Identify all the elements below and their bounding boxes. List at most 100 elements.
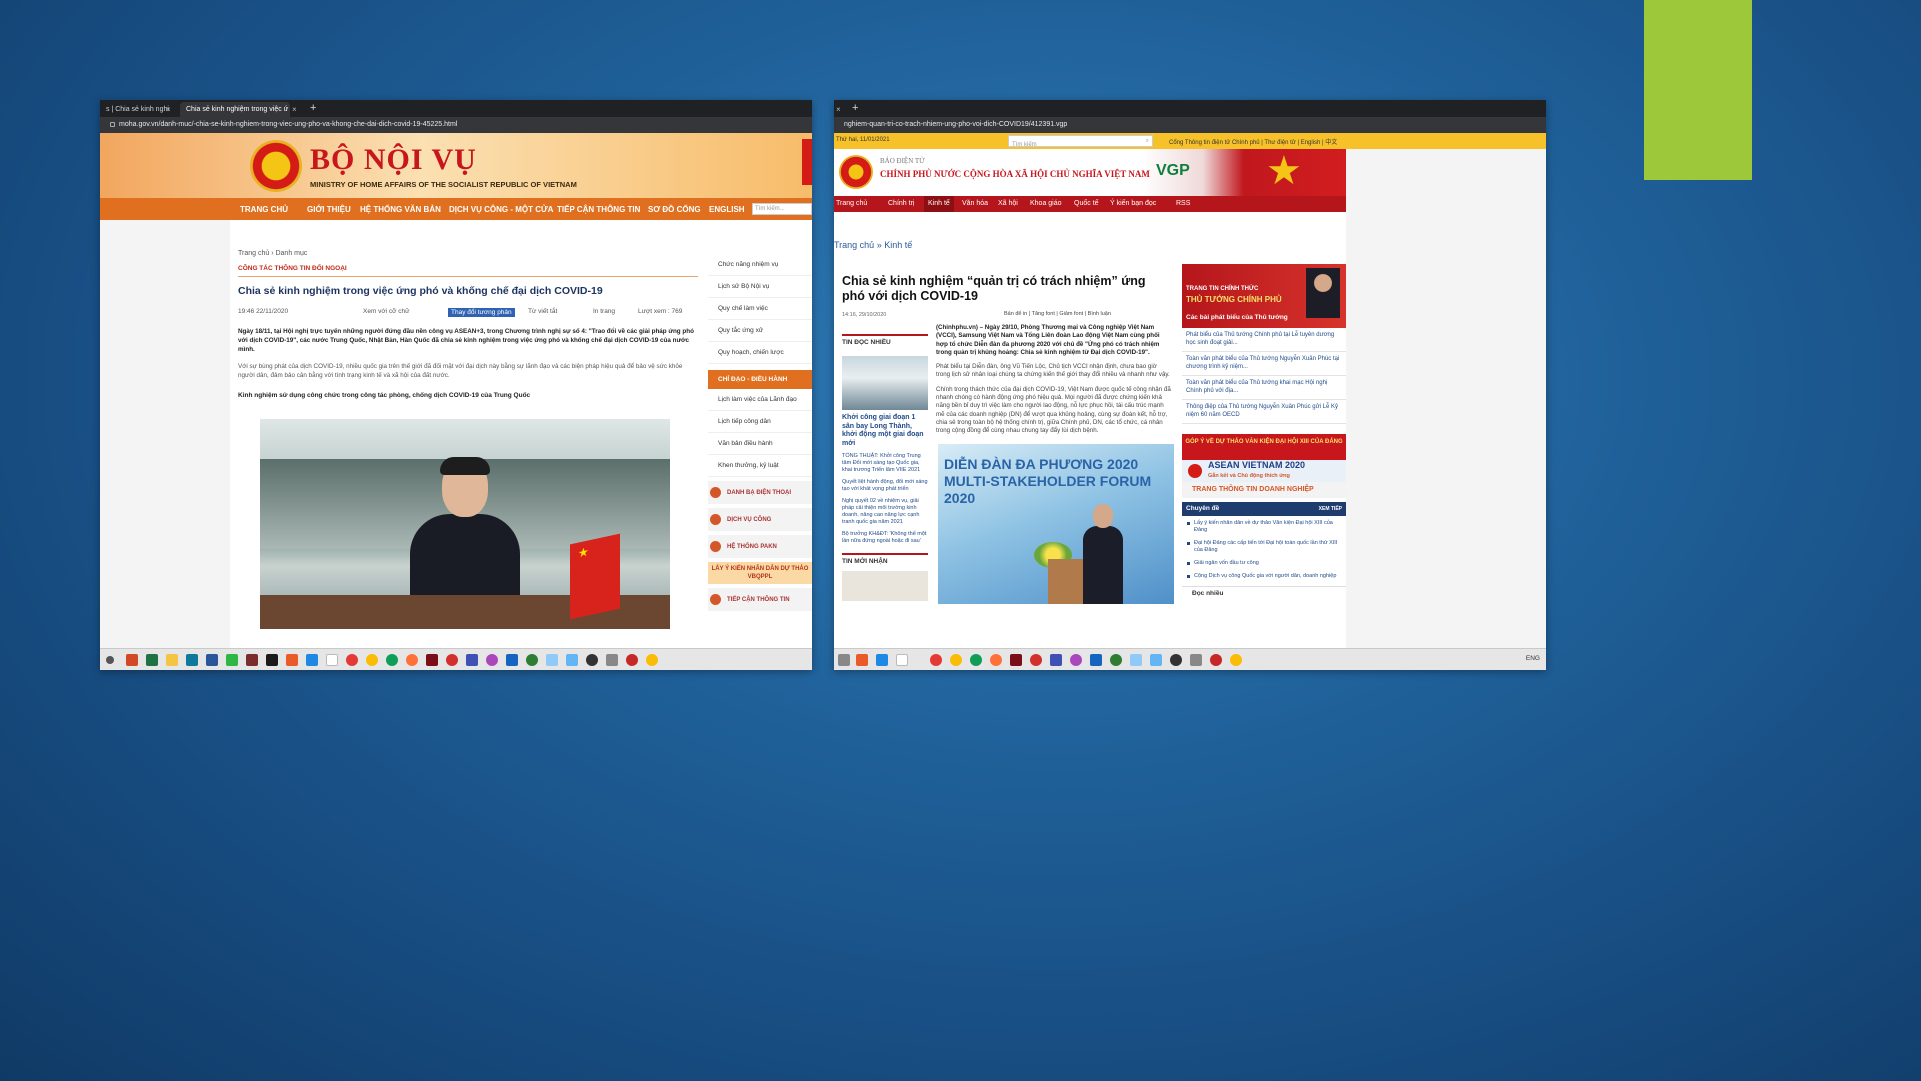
topic-link[interactable]: Giải ngân vốn đầu tư công (1182, 556, 1346, 569)
sidebar-link[interactable]: Khen thưởng, kỷ luật (708, 455, 812, 477)
chrome-icon[interactable] (1210, 654, 1222, 666)
nav-item-home[interactable]: TRANG CHỦ (240, 205, 288, 214)
nav-item-public-service[interactable]: DỊCH VỤ CÔNG - MỘT CỬA (449, 205, 553, 214)
app-icon[interactable] (486, 654, 498, 666)
app-icon[interactable] (1090, 654, 1102, 666)
chrome-icon[interactable] (626, 654, 638, 666)
close-icon[interactable]: × (836, 102, 841, 117)
app-icon[interactable] (1010, 654, 1022, 666)
map-pin-icon[interactable] (446, 654, 458, 666)
nav-item-english[interactable]: ENGLISH (709, 205, 745, 214)
nav-item-culture[interactable]: Văn hóa (962, 200, 988, 207)
nav-item-home[interactable]: Trang chủ (836, 200, 867, 207)
firefox-icon[interactable] (406, 654, 418, 666)
nav-item-documents[interactable]: HỆ THỐNG VĂN BẢN (360, 205, 441, 214)
app-icon[interactable] (526, 654, 538, 666)
app-icon[interactable] (1070, 654, 1082, 666)
abbreviation-button[interactable]: Từ viết tắt (528, 308, 557, 315)
close-icon[interactable]: × (166, 102, 171, 117)
news-link[interactable]: Nghị quyết 02 về nhiệm vụ, giải pháp cải… (842, 498, 928, 526)
public-service-button[interactable]: DỊCH VỤ CÔNG (708, 508, 812, 531)
asean-banner[interactable]: ASEAN VIETNAM 2020 Gắn kết và Chủ động th… (1182, 460, 1346, 482)
app-icon[interactable] (1170, 654, 1182, 666)
article-category[interactable]: CÔNG TÁC THÔNG TIN ĐỐI NGOẠI (238, 265, 698, 277)
sidebar-link[interactable]: Văn bản điều hành (708, 433, 812, 455)
search-icon[interactable] (106, 656, 114, 664)
breadcrumb[interactable]: Trang chủ » Kinh tế (834, 240, 912, 250)
office-icon[interactable] (286, 654, 298, 666)
pakn-button[interactable]: HỆ THỐNG PAKN (708, 535, 812, 558)
close-icon[interactable]: × (292, 102, 297, 117)
business-banner[interactable]: TRANG THÔNG TIN DOANH NGHIỆP (1182, 482, 1346, 498)
nav-item-about[interactable]: GIỚI THIỆU (307, 205, 351, 214)
browser-tab-active[interactable]: Chia sẻ kinh nghiệm trong việc ứ (180, 102, 290, 117)
chrome-icon[interactable] (950, 654, 962, 666)
news-thumbnail[interactable] (842, 571, 928, 601)
search-input[interactable]: Tìm kiếm ⌕ (1008, 135, 1153, 148)
sidebar-link[interactable]: Quy tắc ứng xử (708, 320, 812, 342)
article-tools[interactable]: Bản để in | Tăng font | Giảm font | Bình… (1004, 311, 1111, 317)
app-icon[interactable] (838, 654, 850, 666)
news-link[interactable]: TỔNG THUẬT: Khởi công Trung tâm Đổi mới … (842, 453, 928, 474)
phonebook-button[interactable]: DANH BẠ ĐIỆN THOẠI (708, 481, 812, 504)
app-icon[interactable] (466, 654, 478, 666)
most-read-tab[interactable]: Đọc nhiều (1182, 586, 1346, 597)
excel-icon[interactable] (146, 654, 158, 666)
app-icon[interactable] (606, 654, 618, 666)
news-title[interactable]: Khởi công giai đoạn 1 sân bay Long Thành… (842, 414, 928, 448)
file-icon[interactable] (326, 654, 338, 666)
office-icon[interactable] (856, 654, 868, 666)
news-link[interactable]: Bộ trưởng KH&ĐT: 'Không thể một lần nữa … (842, 531, 928, 545)
topic-link[interactable]: Cộng Dịch vụ công Quốc gia với người dân… (1182, 569, 1346, 582)
address-bar[interactable]: moha.gov.vn/danh-muc/-chia-se-kinh-nghie… (100, 117, 812, 133)
chrome-icon[interactable] (1230, 654, 1242, 666)
congress-banner[interactable]: GÓP Ý VỀ DỰ THẢO VĂN KIỆN ĐẠI HỘI XIII C… (1182, 434, 1346, 460)
opera-icon[interactable] (346, 654, 358, 666)
info-access-button[interactable]: TIẾP CẬN THÔNG TIN (708, 588, 812, 611)
app-icon[interactable] (1130, 654, 1142, 666)
app-icon[interactable] (426, 654, 438, 666)
app-icon[interactable] (246, 654, 258, 666)
folder-icon[interactable] (166, 654, 178, 666)
nav-item-economy[interactable]: Kinh tế (924, 196, 954, 212)
app-icon[interactable] (226, 654, 238, 666)
pm-speech-link[interactable]: Phát biểu của Thủ tướng Chính phủ tại Lễ… (1182, 328, 1346, 352)
nav-item-politics[interactable]: Chính trị (888, 200, 914, 207)
chrome-icon[interactable] (366, 654, 378, 666)
new-tab-icon[interactable]: + (310, 101, 316, 116)
edge-icon[interactable] (386, 654, 398, 666)
address-bar[interactable]: nghiem-quan-tri-co-trach-nhiem-ung-pho-v… (834, 117, 1546, 133)
app-icon[interactable] (546, 654, 558, 666)
chrome-icon[interactable] (646, 654, 658, 666)
vote-banner[interactable]: LẤY Ý KIẾN NHÂN DÂN DỰ THẢO VBQPPL (708, 562, 812, 584)
nav-item-rss[interactable]: RSS (1176, 200, 1190, 207)
pm-speech-link[interactable]: Toàn văn phát biểu của Thủ tướng Nguyễn … (1182, 352, 1346, 376)
sidebar-link[interactable]: Lịch tiếp công dân (708, 411, 812, 433)
contrast-button[interactable]: Thay đổi tương phản (448, 308, 515, 317)
app-icon[interactable] (1150, 654, 1162, 666)
pm-speech-link[interactable]: Thông điệp của Thủ tướng Nguyễn Xuân Phú… (1182, 400, 1346, 424)
app-icon[interactable] (566, 654, 578, 666)
news-thumbnail[interactable] (842, 356, 928, 410)
app-icon[interactable] (586, 654, 598, 666)
app-icon[interactable] (1190, 654, 1202, 666)
word-icon[interactable] (206, 654, 218, 666)
new-tab-icon[interactable]: + (852, 101, 858, 116)
search-input[interactable]: Tìm kiếm... (752, 203, 812, 215)
system-tray-language[interactable]: ENG (1526, 655, 1540, 662)
app-icon[interactable] (266, 654, 278, 666)
sidebar-link[interactable]: Lịch làm việc của Lãnh đạo (708, 389, 812, 411)
nav-item-opinion[interactable]: Ý kiến bạn đọc (1110, 200, 1156, 207)
topic-link[interactable]: Đại hội Đảng các cấp tiến tới Đại hội to… (1182, 536, 1346, 556)
search-icon[interactable]: ⌕ (1146, 136, 1149, 146)
top-links[interactable]: Cổng Thông tin điện tử Chính phủ | Thư đ… (1169, 137, 1337, 146)
nav-item-info-access[interactable]: TIẾP CẬN THÔNG TIN (557, 205, 640, 214)
sidebar-link[interactable]: Quy chế làm việc (708, 298, 812, 320)
topic-link[interactable]: Lấy ý kiến nhân dân về dự thảo Văn kiện … (1182, 516, 1346, 536)
app-icon[interactable] (876, 654, 888, 666)
app-icon[interactable] (506, 654, 518, 666)
sidebar-link[interactable]: Quy hoạch, chiến lược (708, 342, 812, 364)
app-icon[interactable] (306, 654, 318, 666)
powerpoint-icon[interactable] (126, 654, 138, 666)
pm-banner[interactable]: TRANG TIN CHÍNH THỨC THỦ TƯỚNG CHÍNH PHỦ… (1182, 264, 1346, 328)
